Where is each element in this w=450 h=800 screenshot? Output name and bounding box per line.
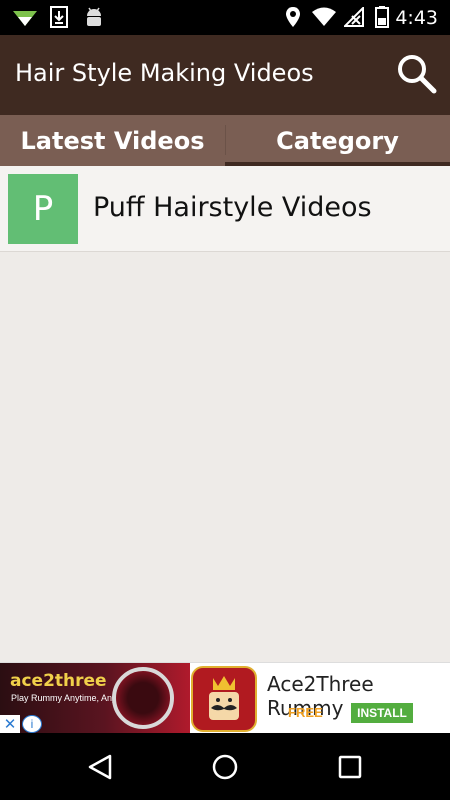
wifi-icon xyxy=(311,6,337,28)
status-bar: 4:43 xyxy=(0,0,450,35)
ad-banner[interactable]: ace2three Play Rummy Anytime, Anywhere ✕… xyxy=(0,662,450,734)
android-debug-icon xyxy=(84,6,104,28)
roulette-icon xyxy=(112,667,174,729)
tab-divider xyxy=(225,125,226,155)
search-icon xyxy=(398,55,437,94)
install-button[interactable]: INSTALL xyxy=(351,703,413,723)
ad-close-icon[interactable]: ✕ xyxy=(0,715,20,733)
status-time: 4:43 xyxy=(395,7,438,29)
ad-info-icon[interactable]: i xyxy=(22,715,42,733)
location-icon xyxy=(284,6,302,28)
list-item[interactable]: P Puff Hairstyle Videos xyxy=(0,166,450,252)
nav-bar xyxy=(0,733,450,800)
back-icon[interactable] xyxy=(83,750,117,784)
ad-brand: ace2three xyxy=(10,671,107,691)
tab-bar: Latest Videos Category xyxy=(0,115,450,166)
tab-label: Latest Videos xyxy=(20,126,205,155)
ad-price: FREE xyxy=(288,705,323,720)
app-bar: Hair Style Making Videos xyxy=(0,35,450,115)
battery-icon xyxy=(375,6,389,28)
tab-label: Category xyxy=(276,126,399,155)
category-list: P Puff Hairstyle Videos xyxy=(0,166,450,252)
app-icon[interactable] xyxy=(191,666,257,732)
tab-latest-videos[interactable]: Latest Videos xyxy=(0,115,225,166)
home-icon[interactable] xyxy=(208,750,242,784)
no-signal-icon xyxy=(344,6,364,28)
download-icon xyxy=(50,6,68,28)
search-button[interactable] xyxy=(396,53,438,95)
tab-category[interactable]: Category xyxy=(225,115,450,166)
wifi-notification-icon xyxy=(12,6,38,28)
category-label: Puff Hairstyle Videos xyxy=(93,192,372,223)
app-title: Hair Style Making Videos xyxy=(15,59,314,87)
recents-icon[interactable] xyxy=(333,750,367,784)
category-avatar: P xyxy=(8,174,78,244)
